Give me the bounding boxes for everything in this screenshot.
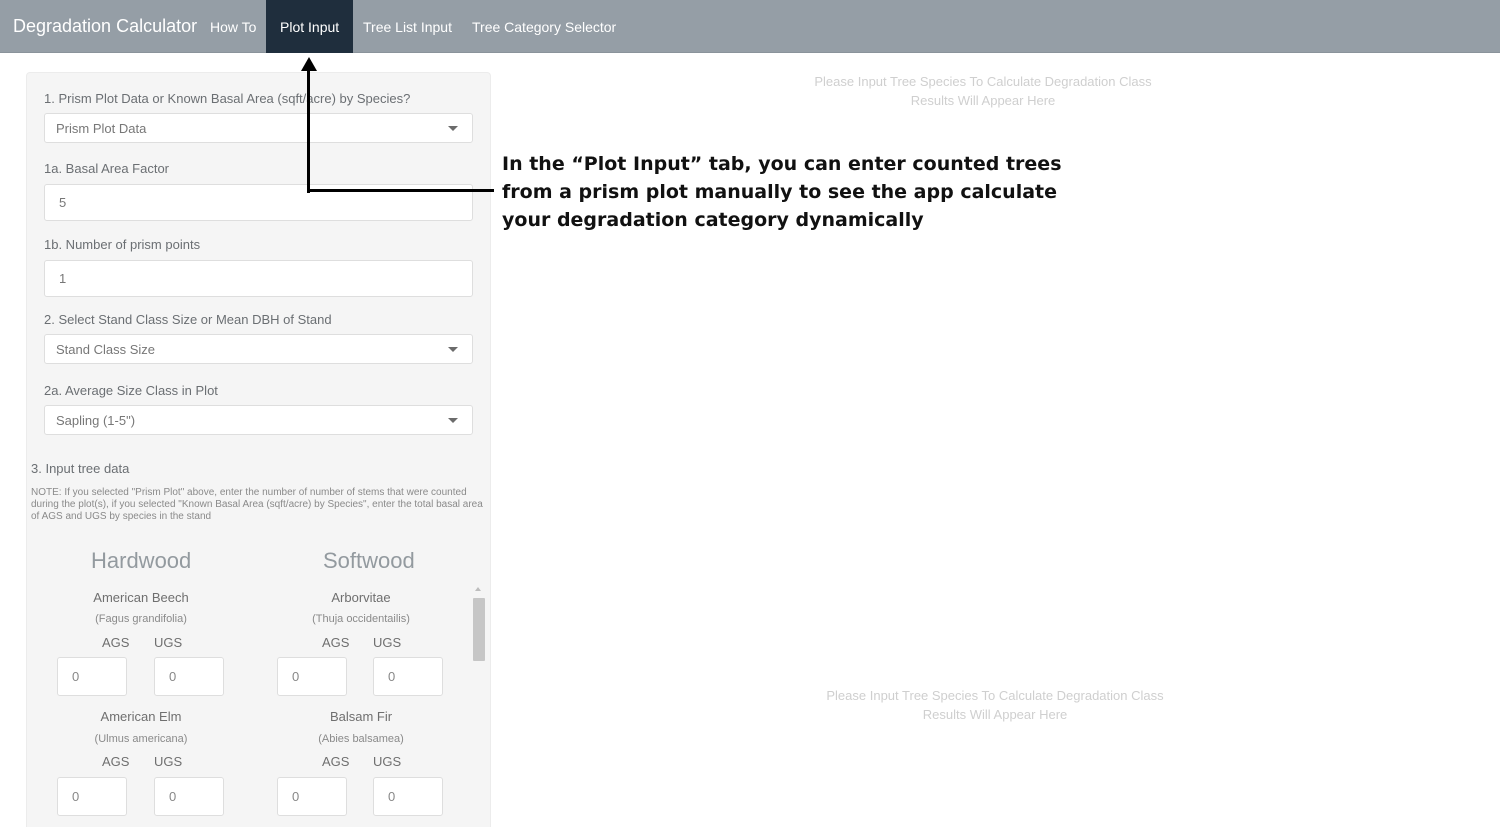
data-type-select[interactable]: Prism Plot Data xyxy=(44,113,473,143)
stand-class-select[interactable]: Stand Class Size xyxy=(44,334,473,364)
input-panel: 1. Prism Plot Data or Known Basal Area (… xyxy=(26,72,491,827)
results-placeholder-top: Please Input Tree Species To Calculate D… xyxy=(780,72,1186,110)
american-beech-ags-input[interactable]: 0 xyxy=(57,657,127,696)
arborvitae-ags-input[interactable]: 0 xyxy=(277,657,347,696)
chevron-down-icon xyxy=(448,418,458,423)
prism-points-input[interactable]: 1 xyxy=(44,260,473,297)
tab-plot-input[interactable]: Plot Input xyxy=(266,0,354,53)
annotation-callout: In the “Plot Input” tab, you can enter c… xyxy=(502,150,1062,234)
species-latin: (Abies balsamea) xyxy=(318,733,404,745)
tab-tree-list-input[interactable]: Tree List Input xyxy=(349,0,466,53)
annotation-arrow-leader xyxy=(307,189,494,192)
ags-label: AGS xyxy=(322,635,350,650)
ags-label: AGS xyxy=(102,635,130,650)
chevron-down-icon xyxy=(448,126,458,131)
arborvitae-ugs-input[interactable]: 0 xyxy=(373,657,443,696)
q2-label: 2. Select Stand Class Size or Mean DBH o… xyxy=(44,312,332,327)
hardwood-heading: Hardwood xyxy=(91,548,192,573)
q3-label: 3. Input tree data xyxy=(31,461,130,476)
stand-class-value: Stand Class Size xyxy=(56,342,155,357)
q1a-label: 1a. Basal Area Factor xyxy=(44,161,170,176)
ugs-label: UGS xyxy=(154,635,183,650)
ugs-label: UGS xyxy=(373,635,402,650)
species-name: Arborvitae xyxy=(331,590,391,605)
species-name: Balsam Fir xyxy=(329,709,393,724)
annotation-line: In the “Plot Input” tab, you can enter c… xyxy=(502,153,1062,175)
q2a-label: 2a. Average Size Class in Plot xyxy=(44,383,218,398)
size-class-select[interactable]: Sapling (1-5") xyxy=(44,405,473,435)
species-name: American Elm xyxy=(100,709,182,724)
balsam-fir-ags-input[interactable]: 0 xyxy=(277,777,347,816)
annotation-line: from a prism plot manually to see the ap… xyxy=(502,181,1058,203)
chevron-down-icon xyxy=(448,347,458,352)
ugs-label: UGS xyxy=(373,754,402,769)
placeholder-line: Results Will Appear Here xyxy=(922,707,1068,722)
species-latin: (Fagus grandifolia) xyxy=(95,613,187,625)
data-type-value: Prism Plot Data xyxy=(56,121,147,136)
species-latin: (Thuja occidentailis) xyxy=(312,613,410,625)
q1-label: 1. Prism Plot Data or Known Basal Area (… xyxy=(44,91,411,106)
input-note: NOTE: If you selected "Prism Plot" above… xyxy=(31,487,483,522)
app-brand[interactable]: Degradation Calculator xyxy=(13,16,197,37)
species-latin: (Ulmus americana) xyxy=(94,733,188,745)
placeholder-line: Results Will Appear Here xyxy=(910,93,1056,108)
ugs-label: UGS xyxy=(154,754,183,769)
american-elm-ugs-input[interactable]: 0 xyxy=(154,777,224,816)
american-beech-ugs-input[interactable]: 0 xyxy=(154,657,224,696)
softwood-heading: Softwood xyxy=(323,548,415,573)
placeholder-line: Please Input Tree Species To Calculate D… xyxy=(814,74,1152,89)
size-class-value: Sapling (1-5") xyxy=(56,413,136,428)
american-elm-ags-input[interactable]: 0 xyxy=(57,777,127,816)
tab-how-to[interactable]: How To xyxy=(196,0,270,53)
tab-tree-category-selector[interactable]: Tree Category Selector xyxy=(458,0,630,53)
balsam-fir-ugs-input[interactable]: 0 xyxy=(373,777,443,816)
navbar: Degradation Calculator How To Plot Input… xyxy=(0,0,1500,53)
q1b-label: 1b. Number of prism points xyxy=(44,237,201,252)
species-name: American Beech xyxy=(93,590,189,605)
placeholder-line: Please Input Tree Species To Calculate D… xyxy=(826,688,1164,703)
ags-label: AGS xyxy=(322,754,350,769)
annotation-arrow-shaft xyxy=(307,66,310,193)
ags-label: AGS xyxy=(102,754,130,769)
annotation-line: your degradation category dynamically xyxy=(502,209,924,231)
scroll-up-arrow-icon[interactable] xyxy=(475,587,481,591)
results-placeholder-bottom: Please Input Tree Species To Calculate D… xyxy=(792,686,1198,724)
scrollbar-thumb[interactable] xyxy=(473,598,485,661)
